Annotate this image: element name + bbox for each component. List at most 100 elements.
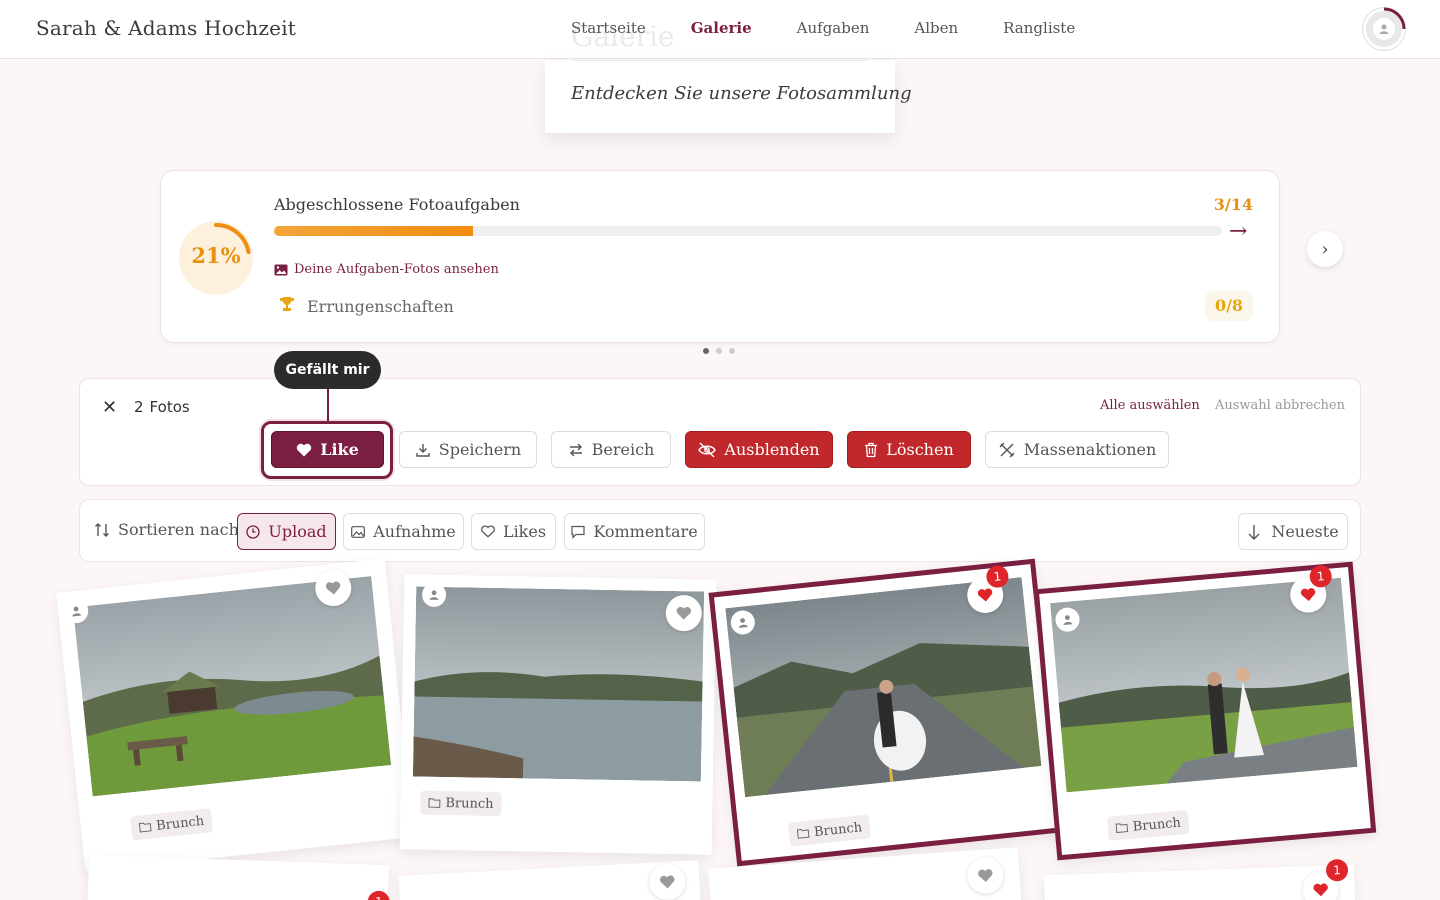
sort-likes-chip[interactable]: Likes: [471, 513, 556, 550]
nav-item-rangliste[interactable]: Rangliste: [1003, 19, 1075, 37]
photo-image[interactable]: [412, 586, 705, 782]
close-icon[interactable]: ✕: [102, 397, 117, 418]
photo-card[interactable]: 1: [87, 854, 391, 900]
area-button-label: Bereich: [591, 440, 655, 459]
album-tag[interactable]: Brunch: [420, 790, 502, 817]
download-icon: [416, 443, 430, 457]
app-title[interactable]: Sarah & Adams Hochzeit: [36, 16, 296, 40]
eye-off-icon: [698, 442, 717, 457]
nav-item-aufgaben[interactable]: Aufgaben: [797, 19, 870, 37]
album-tag[interactable]: Brunch: [787, 814, 872, 847]
swap-arrows-icon: [569, 443, 582, 456]
photo-card[interactable]: [398, 860, 702, 900]
heart-outline-icon: [481, 525, 495, 538]
save-button[interactable]: Speichern: [399, 431, 537, 468]
arrow-down-icon: [1248, 524, 1260, 540]
folder-icon: [138, 822, 152, 833]
selection-count-label: Fotos: [149, 398, 190, 416]
task-progress-card: 21% Abgeschlossene Fotoaufgaben 3/14 → D…: [160, 170, 1280, 343]
album-tag-label: Brunch: [1132, 815, 1182, 835]
area-button[interactable]: Bereich: [551, 431, 671, 468]
like-button[interactable]: Like: [271, 431, 384, 468]
heart-filled-icon: [1313, 883, 1328, 897]
achievements-label: Errungenschaften: [307, 296, 454, 316]
album-tag[interactable]: Brunch: [130, 808, 214, 841]
album-tag[interactable]: Brunch: [1106, 809, 1190, 841]
carousel-dot[interactable]: [729, 348, 735, 354]
nav-item-galerie[interactable]: Galerie: [691, 19, 752, 37]
tooltip-pointer-line: [327, 389, 329, 422]
photo-card[interactable]: Brunch: [399, 574, 717, 855]
sort-order-label: Neueste: [1271, 522, 1339, 541]
user-icon: [429, 590, 439, 600]
sort-comments-label: Kommentare: [593, 522, 698, 541]
photo-card-selected[interactable]: 1 Brunch: [1033, 561, 1377, 861]
heart-icon: [297, 443, 312, 456]
delete-button[interactable]: Löschen: [847, 431, 971, 468]
image-icon: [351, 525, 366, 538]
sort-capture-chip[interactable]: Aufnahme: [343, 513, 464, 550]
arrow-right-icon[interactable]: →: [1229, 221, 1247, 243]
sort-arrows-icon: [95, 522, 109, 537]
hide-button[interactable]: Ausblenden: [685, 431, 833, 468]
folder-icon: [1115, 823, 1129, 834]
selection-toolbar: ✕ 2 Fotos Alle auswählen Auswahl abbreche…: [79, 378, 1361, 486]
carousel-dot[interactable]: [716, 348, 722, 354]
user-avatar-button[interactable]: [1363, 7, 1406, 50]
carousel-dot[interactable]: [703, 348, 709, 354]
heart-filled-icon: [977, 588, 993, 602]
album-tag-label: Brunch: [445, 795, 494, 812]
like-heart-button[interactable]: [966, 856, 1005, 895]
avatar-progress-ring: [1383, 7, 1406, 30]
page-subtitle: Entdecken Sie unsere Fotosammlung: [571, 83, 912, 104]
photo-card[interactable]: 1: [1044, 858, 1356, 900]
trash-icon: [865, 442, 878, 457]
main-nav: Startseite Galerie Aufgaben Alben Rangli…: [571, 19, 1120, 37]
comment-icon: [571, 525, 585, 539]
user-icon: [738, 618, 748, 628]
save-button-label: Speichern: [438, 440, 522, 459]
carousel-next-button[interactable]: ›: [1307, 231, 1343, 267]
select-all-link[interactable]: Alle auswählen: [1100, 398, 1200, 413]
cancel-selection-link[interactable]: Auswahl abbrechen: [1215, 398, 1345, 413]
photo-card-selected[interactable]: 1 Brunch: [708, 558, 1064, 867]
achievements-count: 0/8: [1205, 291, 1253, 321]
like-heart-button[interactable]: [648, 862, 687, 900]
heart-icon: [676, 606, 691, 620]
page-subtitle-card: Entdecken Sie unsere Fotosammlung: [545, 60, 912, 133]
likes-count-badge: 1: [367, 890, 391, 900]
hide-button-label: Ausblenden: [724, 440, 820, 459]
chevron-right-icon: ›: [1321, 238, 1329, 260]
sort-comments-chip[interactable]: Kommentare: [564, 513, 705, 550]
selection-count: 2 Fotos: [134, 398, 190, 416]
sort-upload-chip[interactable]: Upload: [237, 513, 336, 550]
photo-image[interactable]: [72, 576, 392, 797]
album-tag-label: Brunch: [813, 819, 863, 840]
like-tooltip: Gefällt mir: [274, 351, 381, 389]
photo-card[interactable]: Brunch: [56, 558, 414, 872]
album-tag-label: Brunch: [155, 813, 205, 834]
heart-filled-icon: [1300, 588, 1316, 602]
heart-icon: [325, 581, 341, 595]
task-photos-link[interactable]: Deine Aufgaben-Fotos ansehen: [274, 262, 499, 277]
sort-capture-label: Aufnahme: [373, 522, 456, 541]
trophy-icon: [279, 296, 299, 316]
task-photos-link-label: Deine Aufgaben-Fotos ansehen: [294, 262, 499, 277]
achievements-row[interactable]: Errungenschaften 0/8: [273, 286, 1253, 326]
likes-count-badge: 1: [1325, 858, 1349, 882]
sort-order-button[interactable]: Neueste: [1238, 513, 1348, 550]
bulk-actions-button[interactable]: Massenaktionen: [985, 431, 1169, 468]
task-progress-count: 3/14: [1213, 195, 1253, 214]
sort-upload-label: Upload: [268, 522, 327, 541]
image-icon: [274, 264, 288, 275]
sort-label-text: Sortieren nach: [118, 520, 239, 539]
user-icon: [72, 606, 82, 617]
carousel-dots: [703, 348, 735, 354]
bulk-actions-label: Massenaktionen: [1023, 440, 1157, 459]
progress-percent-label: 21%: [191, 243, 241, 268]
sort-bar: Sortieren nach Upload Aufnahme Likes Kom…: [79, 499, 1361, 562]
nav-item-startseite[interactable]: Startseite: [571, 19, 646, 37]
sort-label: Sortieren nach: [94, 520, 239, 539]
nav-item-alben[interactable]: Alben: [914, 19, 958, 37]
clock-icon: [246, 524, 261, 539]
